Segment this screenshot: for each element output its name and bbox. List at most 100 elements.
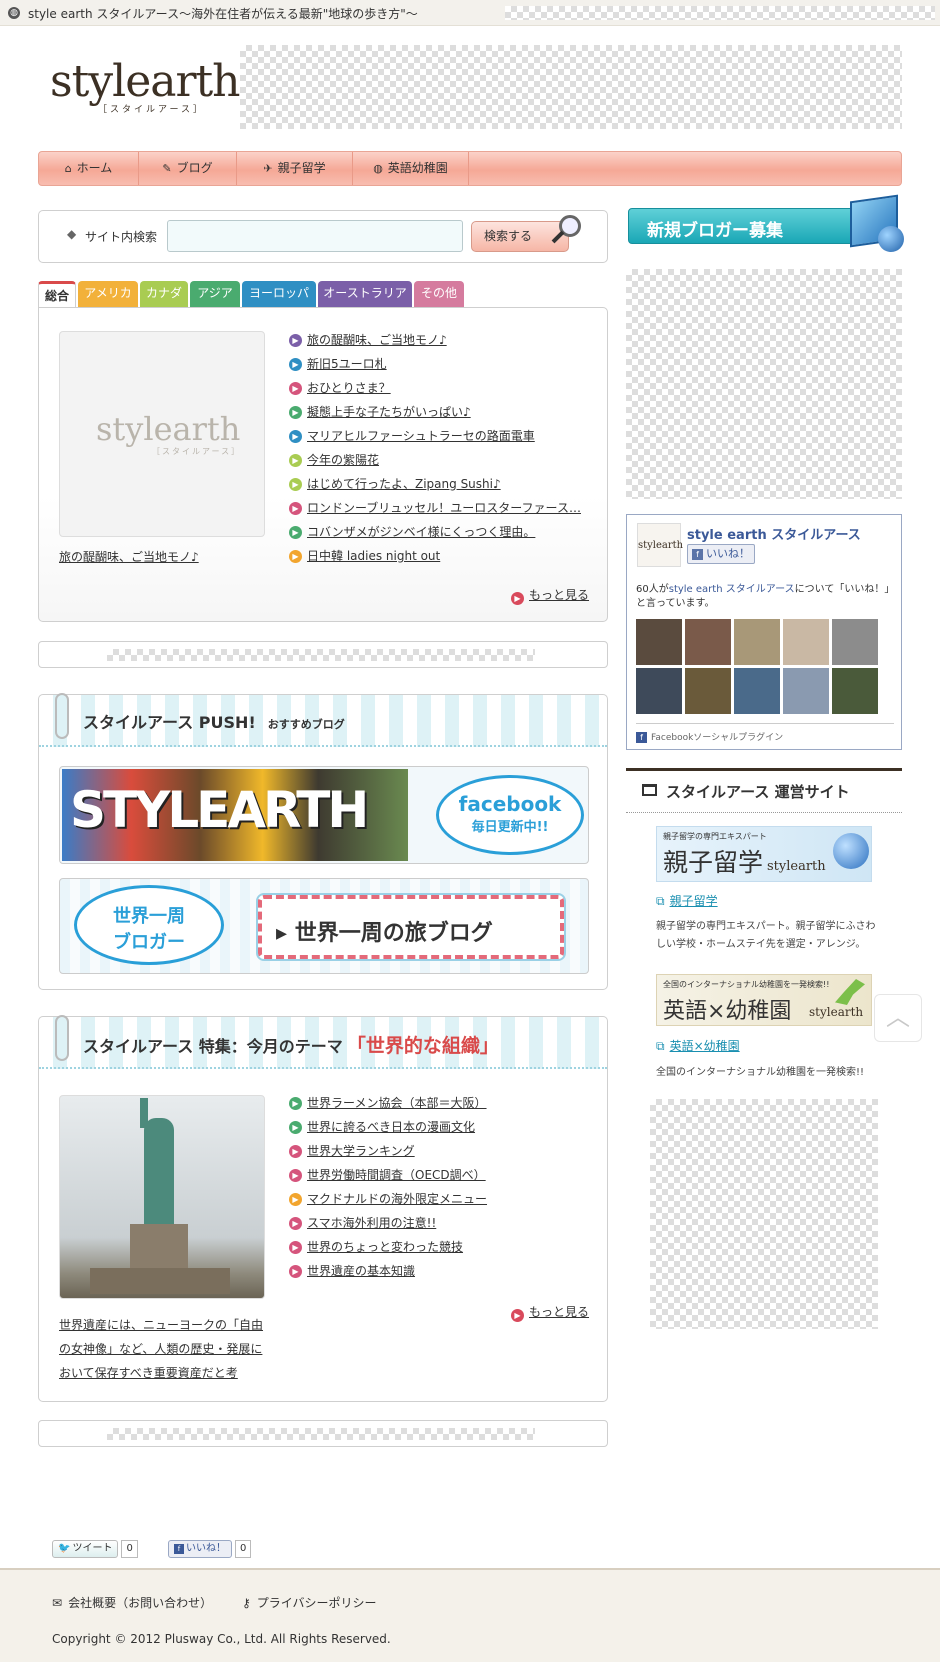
tab-all[interactable]: 総合 [38, 281, 76, 308]
nav-item-blog[interactable]: ✎ ブログ [139, 152, 237, 185]
arrow-icon: ▶ [289, 1241, 302, 1254]
fb-count-page-link[interactable]: style earth スタイルアース [669, 584, 795, 595]
article-list: ▶ 旅の醍醐味、ご当地モノ♪ ▶ 新旧5ユーロ札 ▶ おひとりさま？ ▶ 擬態上手な子た… [289, 330, 581, 570]
tab-asia[interactable]: アジア [190, 281, 240, 307]
thumbnail-logo-sub: ［スタイルアース］ [152, 447, 242, 456]
mail-icon: ✉ [52, 1596, 63, 1610]
external-link-icon: ⧉ [656, 1039, 665, 1053]
article-link[interactable]: 今年の紫陽花 [307, 453, 379, 467]
sidebar-ad-placeholder-2[interactable] [650, 1099, 878, 1329]
arrow-icon: ▶ [289, 1145, 302, 1158]
article-link[interactable]: 世界のちょっと変わった競技 [307, 1240, 463, 1254]
feature-thumbnail[interactable]: stylearth ［スタイルアース］ [59, 331, 265, 537]
fb-page-name[interactable]: style earth スタイルアース [687, 524, 861, 543]
article-link[interactable]: マリアヒルファーシュトラーセの路面電車 [307, 429, 535, 443]
avatar[interactable] [636, 619, 682, 665]
more-link-text[interactable]: もっと見る [529, 588, 589, 602]
list-item: ▶ 新旧5ユーロ札 [289, 354, 581, 378]
article-link[interactable]: 世界労働時間調査（OECD調べ） [307, 1168, 486, 1182]
tweet-button[interactable]: 🐦 ツイート [52, 1540, 119, 1558]
more-link[interactable]: ▶ もっと見る [511, 586, 589, 605]
arrow-icon: ▶ [511, 592, 524, 605]
site-logo[interactable]: stylearth ［スタイルアース］ [50, 58, 241, 118]
feature-caption-link[interactable]: 旅の醍醐味、ご当地モノ♪ [59, 548, 199, 565]
top-ad-placeholder[interactable] [505, 6, 935, 20]
avatar[interactable] [783, 619, 829, 665]
like-count: 0 [235, 1540, 252, 1558]
list-item: ▶ はじめて行ったよ、Zipang Sushi♪ [289, 474, 581, 498]
article-link[interactable]: スマホ海外利用の注意!! [307, 1216, 436, 1230]
avatar[interactable] [832, 619, 878, 665]
avatar[interactable] [832, 668, 878, 714]
ad-placeholder[interactable] [107, 649, 535, 661]
article-link[interactable]: 日中韓 ladies night out [307, 549, 440, 563]
article-link[interactable]: コバンザメがジンベイ様にくっつく理由。 [307, 525, 535, 539]
arrow-icon: ▶ [289, 550, 302, 563]
tab-america[interactable]: アメリカ [78, 281, 138, 307]
avatar[interactable] [734, 619, 780, 665]
list-item: ▶ 世界遺産の基本知識 [289, 1261, 487, 1285]
oyako-link[interactable]: 親子留学 [670, 894, 718, 908]
footer-link-privacy[interactable]: ⚷ プライバシーポリシー [242, 1594, 377, 1611]
tab-canada[interactable]: カナダ [140, 281, 188, 307]
list-item: ▶ ロンドンーブリュッセル！ユーロスターファース… [289, 498, 581, 522]
article-link[interactable]: 世界ラーメン協会（本部＝大阪） [307, 1096, 487, 1110]
oyako-banner[interactable]: 親子留学の専門エキスパート 親子留学 stylearth [656, 826, 872, 882]
article-link[interactable]: 世界大学ランキング [307, 1144, 415, 1158]
article-link[interactable]: 世界に誇るべき日本の漫画文化 [307, 1120, 475, 1134]
thumbs-up-icon: f [692, 549, 703, 560]
avatar[interactable] [734, 668, 780, 714]
nav-item-oyako[interactable]: ✈ 親子留学 [237, 152, 353, 185]
nav-item-home[interactable]: ⌂ ホーム [39, 152, 139, 185]
tab-other[interactable]: その他 [414, 281, 464, 307]
footer-link-company[interactable]: ✉ 会社概要（お問い合わせ） [52, 1594, 212, 1611]
fb-like-small-button[interactable]: f いいね！ [168, 1540, 232, 1558]
kindergarten-banner[interactable]: 全国のインターナショナル幼稚園を一発検索!! 英語×幼稚園 stylearth [656, 974, 872, 1026]
avatar[interactable] [685, 668, 731, 714]
article-link[interactable]: マクドナルドの海外限定メニュー [307, 1192, 487, 1206]
list-item: ▶ 擬態上手な子たちがいっぱい♪ [289, 402, 581, 426]
arrow-icon: ▶ [289, 382, 302, 395]
thumbnail-logo: stylearth [96, 410, 241, 448]
article-link[interactable]: ロンドンーブリュッセル！ユーロスターファース… [307, 501, 581, 515]
article-link[interactable]: 擬態上手な子たちがいっぱい♪ [307, 405, 471, 419]
world-trip-banner[interactable]: 世界一周 ブロガー ▸ 世界一周の旅ブログ [59, 878, 589, 974]
article-link[interactable]: 世界遺産の基本知識 [307, 1264, 415, 1278]
tab-europe[interactable]: ヨーロッパ [242, 281, 316, 307]
nav-item-kindergarten[interactable]: ◍ 英語幼稚園 [353, 152, 469, 185]
list-item: ▶ 旅の醍醐味、ご当地モノ♪ [289, 330, 581, 354]
fb-like-button[interactable]: f いいね！ [687, 544, 755, 564]
article-link[interactable]: おひとりさま？ [307, 381, 391, 395]
sidebar-ad-placeholder[interactable] [626, 269, 902, 499]
kindergarten-link[interactable]: 英語×幼稚園 [670, 1039, 740, 1053]
home-icon: ⌂ [64, 162, 72, 175]
header-ad-placeholder[interactable] [240, 45, 902, 129]
avatar[interactable] [685, 619, 731, 665]
play-icon: ▸ [276, 921, 295, 946]
ad-placeholder[interactable] [107, 1428, 535, 1440]
article-link[interactable]: 新旧5ユーロ札 [307, 357, 387, 371]
special-more-link[interactable]: ▶ もっと見る [511, 1303, 589, 1322]
fb-page-avatar[interactable]: stylearth [637, 523, 683, 567]
avatar[interactable] [636, 668, 682, 714]
statue-of-liberty-photo[interactable] [59, 1095, 265, 1299]
back-to-top-button[interactable]: ︿ [874, 994, 922, 1042]
avatar[interactable] [783, 668, 829, 714]
global-nav: ⌂ ホーム ✎ ブログ ✈ 親子留学 ◍ 英語幼稚園 [38, 151, 902, 186]
search-input[interactable] [167, 220, 463, 252]
list-item: ▶ おひとりさま？ [289, 378, 581, 402]
recruit-banner[interactable]: 新規ブロガー募集 [628, 194, 906, 256]
article-link[interactable]: 旅の醍醐味、ご当地モノ♪ [307, 333, 447, 347]
fb-fan-avatars [636, 619, 894, 715]
world-trip-title: ▸ 世界一周の旅ブログ [276, 921, 493, 946]
kindergarten-link-row: ⧉ 英語×幼稚園 [656, 1037, 740, 1054]
operated-sites-title: スタイルアース 運営サイト [666, 783, 850, 801]
more-link-text[interactable]: もっと見る [529, 1305, 589, 1319]
special-title: スタイルアース 特集：今月のテーマ 「世界的な組織」 [83, 1035, 499, 1057]
chevron-up-icon: ︿ [886, 1003, 910, 1031]
arrow-icon: ▶ [289, 1217, 302, 1230]
tab-australia[interactable]: オーストラリア [318, 281, 412, 307]
facebook-banner[interactable]: STYLEARTH facebook 毎日更新中!! [59, 766, 589, 864]
special-caption-link[interactable]: 世界遺産には、ニューヨークの「自由の女神像」など、人類の歴史・発展において保存す… [59, 1313, 265, 1385]
article-link[interactable]: はじめて行ったよ、Zipang Sushi♪ [307, 477, 501, 491]
